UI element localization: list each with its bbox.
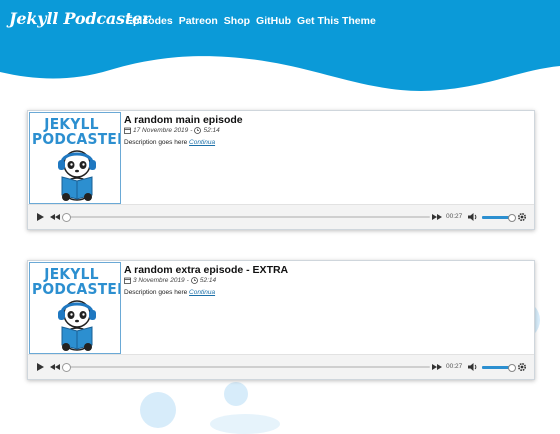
episode-card: JEKYLL PODCASTER A random extra episode … (27, 260, 535, 380)
rewind-icon[interactable] (49, 211, 61, 223)
episode-description: Description goes here Continua (124, 139, 215, 146)
nav-item-patreon[interactable]: Patreon (179, 15, 218, 27)
episode-duration: 52:14 (203, 127, 220, 134)
gear-icon[interactable] (516, 211, 528, 223)
episode-date: 3 Novembre 2019 (133, 277, 185, 284)
current-time: 00:27 (446, 213, 463, 220)
episode-date: 17 Novembre 2019 (133, 127, 189, 134)
episode-title[interactable]: A random main episode (124, 114, 243, 126)
gear-icon[interactable] (516, 361, 528, 373)
decorative-bubble (224, 382, 248, 406)
fast-forward-icon[interactable] (431, 211, 443, 223)
progress-track[interactable] (66, 366, 430, 368)
audio-player: 00:27 (28, 204, 534, 229)
current-time: 00:27 (446, 363, 463, 370)
volume-knob[interactable] (508, 214, 516, 222)
fast-forward-icon[interactable] (431, 361, 443, 373)
episode-meta: 3 Novembre 2019 - 52:14 (124, 277, 216, 284)
audio-player: 00:27 (28, 354, 534, 379)
continue-link[interactable]: Continua (189, 139, 215, 146)
meta-separator: - (186, 277, 189, 284)
calendar-icon (124, 277, 131, 284)
play-icon[interactable] (34, 361, 46, 373)
top-navigation: Jekyll Podcaster Episodes Patreon Shop G… (0, 0, 560, 44)
episode-cover[interactable]: JEKYLL PODCASTER (29, 262, 121, 354)
nav-item-github[interactable]: GitHub (256, 15, 291, 27)
episode-duration: 52:14 (199, 277, 217, 284)
panda-mascot-icon (58, 150, 96, 201)
episode-cover[interactable]: JEKYLL PODCASTER (29, 112, 121, 204)
nav-item-episodes[interactable]: Episodes (126, 15, 173, 27)
episode-description: Description goes here Continua (124, 289, 215, 296)
cover-title: JEKYLL PODCASTER (32, 115, 121, 148)
meta-separator: - (190, 127, 193, 134)
description-text: Description goes here (124, 289, 188, 296)
progress-knob[interactable] (62, 213, 71, 222)
nav-item-shop[interactable]: Shop (224, 15, 250, 27)
calendar-icon (124, 127, 131, 134)
rewind-icon[interactable] (49, 361, 61, 373)
episode-meta: 17 Novembre 2019 - 52:14 (124, 127, 220, 134)
clock-icon (190, 277, 198, 284)
panda-mascot-icon (58, 300, 96, 351)
progress-track[interactable] (66, 216, 430, 218)
episode-card: JEKYLL PODCASTER A random main episode 1… (27, 110, 535, 230)
volume-knob[interactable] (508, 364, 516, 372)
continue-link[interactable]: Continua (189, 289, 215, 296)
progress-knob[interactable] (62, 363, 71, 372)
decorative-bubble (140, 392, 176, 428)
volume-icon[interactable] (467, 361, 479, 373)
description-text: Description goes here (124, 139, 188, 146)
cover-title: JEKYLL PODCASTER (32, 265, 121, 298)
volume-icon[interactable] (467, 211, 479, 223)
play-icon[interactable] (34, 211, 46, 223)
decorative-bubble (210, 414, 280, 434)
nav-item-get-theme[interactable]: Get This Theme (297, 15, 376, 27)
clock-icon (194, 127, 202, 134)
nav-menu: Episodes Patreon Shop GitHub Get This Th… (126, 15, 376, 27)
episode-title[interactable]: A random extra episode - EXTRA (124, 264, 288, 276)
